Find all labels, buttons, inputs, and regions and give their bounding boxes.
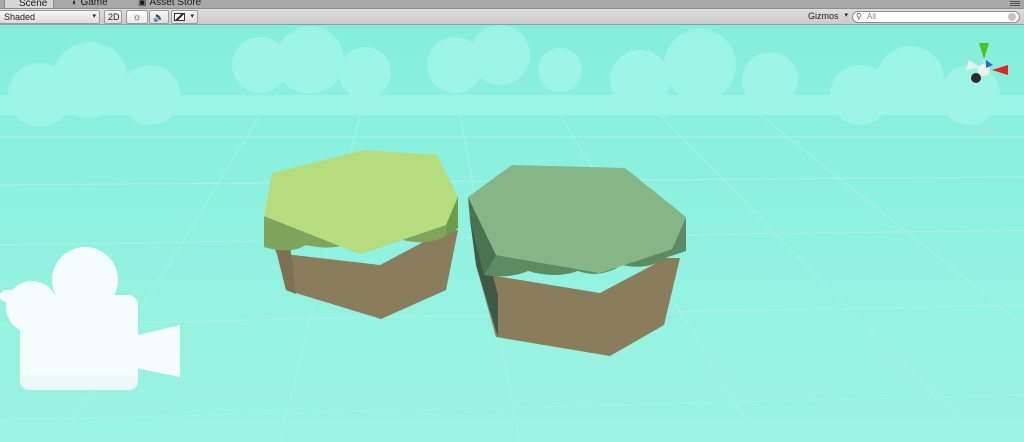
- tab-menu-icon[interactable]: [1010, 1, 1020, 7]
- search-placeholder: All: [867, 12, 876, 21]
- asset-store-icon: ▣: [138, 0, 147, 7]
- tab-asset-store[interactable]: ▣ Asset Store: [130, 0, 209, 8]
- 2d-toggle-label: 2D: [108, 12, 120, 22]
- scene-effects-dropdown[interactable]: ▾: [171, 10, 198, 24]
- hex-tile-right[interactable]: [468, 165, 686, 356]
- tab-scene-label: Scene: [19, 0, 48, 9]
- tab-asset-store-label: Asset Store: [149, 0, 202, 8]
- 2d-toggle-button[interactable]: 2D: [104, 10, 122, 24]
- tab-game-label: Game: [80, 0, 108, 8]
- scene-audio-button[interactable]: 🔈: [149, 10, 169, 24]
- draw-mode-label: Shaded: [4, 12, 36, 22]
- game-icon: ◐: [72, 0, 78, 7]
- image-icon: [174, 13, 185, 21]
- scene-toolbar: Shaded ▾ 2D ☼ 🔈 ▾ Gizmos ▾ ⚲ All: [0, 9, 1024, 25]
- tab-bar: Scene ◐ Game ▣ Asset Store: [0, 0, 1024, 9]
- speaker-icon: 🔈: [153, 12, 165, 22]
- gizmos-label: Gizmos: [808, 11, 839, 21]
- tab-game[interactable]: ◐ Game: [64, 0, 116, 8]
- clear-search-icon[interactable]: [1008, 13, 1016, 21]
- chevron-down-icon: ▾: [190, 13, 194, 20]
- chevron-down-icon: ▾: [844, 12, 848, 19]
- draw-mode-dropdown[interactable]: Shaded ▾: [0, 10, 100, 24]
- tab-scene[interactable]: Scene: [4, 0, 54, 9]
- scene-lighting-button[interactable]: ☼: [126, 10, 148, 24]
- gizmos-dropdown[interactable]: Gizmos ▾: [804, 10, 848, 24]
- scene-viewport[interactable]: Persp: [0, 25, 1024, 442]
- projection-label[interactable]: Persp: [975, 126, 996, 135]
- hierarchy-search-input[interactable]: ⚲ All: [852, 11, 1020, 23]
- sun-icon: ☼: [132, 12, 142, 23]
- chevron-down-icon: ▾: [92, 13, 96, 20]
- search-icon: ⚲: [856, 12, 862, 21]
- scene-render: [0, 25, 1024, 442]
